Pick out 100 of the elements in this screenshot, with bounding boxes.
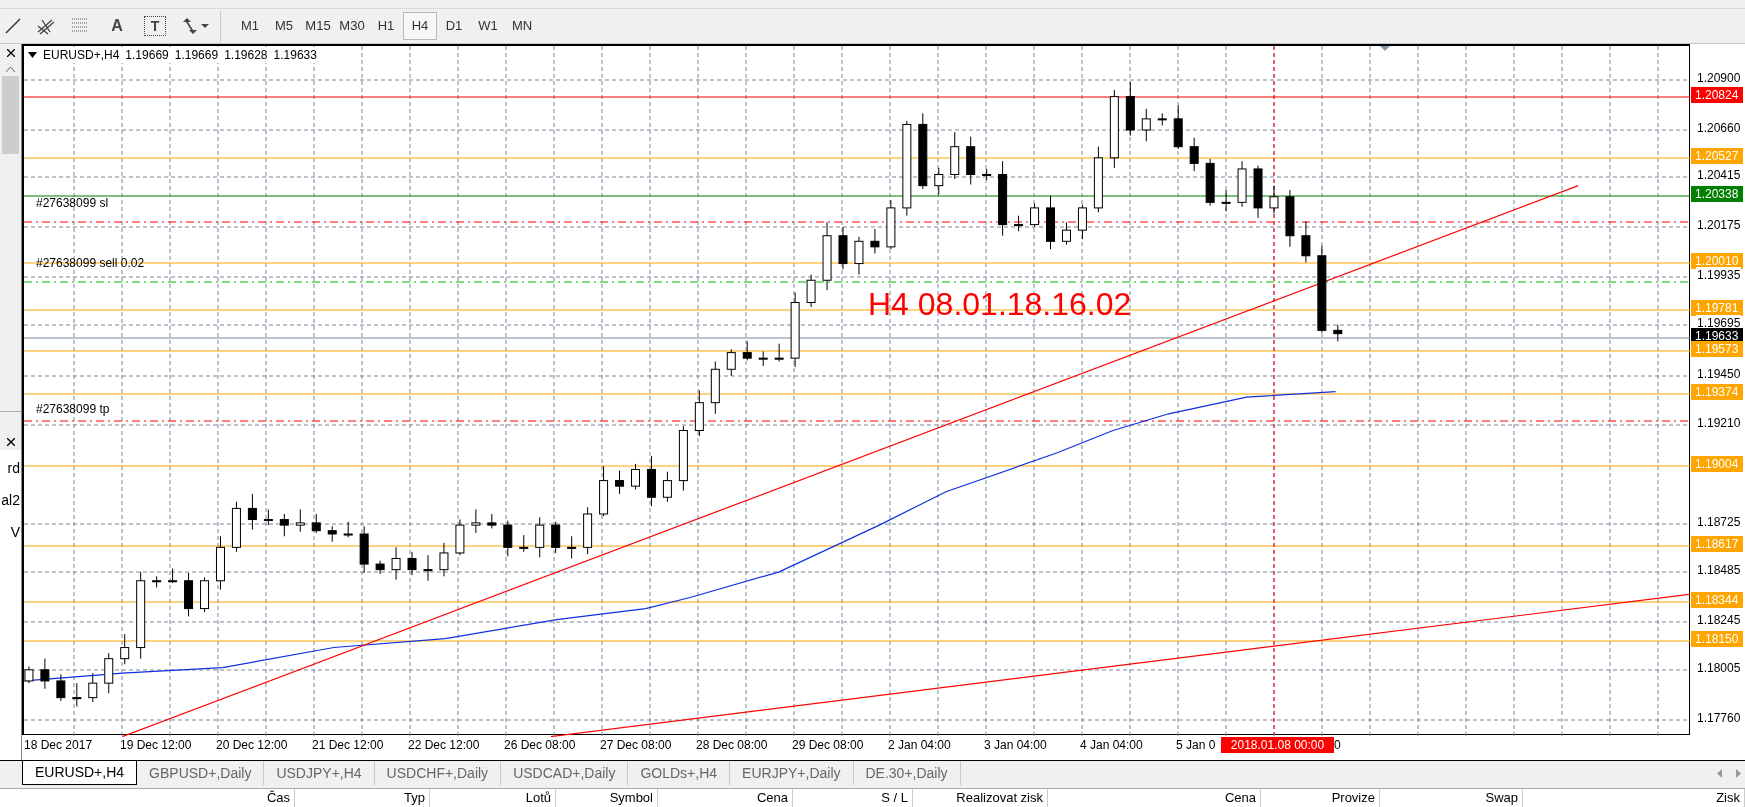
candlestick [1030,202,1040,228]
column-header[interactable]: Swap [1485,790,1518,805]
timeframe-button[interactable]: D1 [437,12,471,40]
column-header[interactable]: Realizovat zisk [956,790,1043,805]
candlestick [1077,204,1087,240]
ohlc-value: 1.19669 [174,47,219,63]
text-label-tool-button[interactable]: T [144,16,166,36]
candlestick [982,168,992,181]
chart-tab[interactable]: EURUSD+,H4 [22,761,138,785]
close-icon[interactable] [6,49,15,57]
candlestick [279,513,289,537]
candlestick [503,520,513,557]
candlestick [343,521,353,538]
candlestick [742,340,752,361]
candlestick [519,534,529,553]
line-tool-icon[interactable] [4,17,22,35]
chart-tab[interactable]: USDCHF+,Daily [374,761,502,785]
column-header[interactable]: Cena [1224,790,1256,805]
order-line-label: #27638099 sl [36,196,109,210]
candlestick [615,470,625,495]
candlestick [407,551,417,576]
candlestick [1046,195,1055,250]
candlestick [455,519,465,556]
column-header[interactable]: Čas [266,790,290,805]
column-header[interactable]: Lotů [525,790,551,805]
price-level-label: 1.19374 [1691,384,1743,400]
candlestick [375,560,385,575]
chart-tab[interactable]: EURJPY+,Daily [730,761,854,785]
candlestick [471,509,481,534]
chart-tab[interactable]: GOLDs+,H4 [628,761,731,785]
candlestick [662,471,672,503]
candlestick [1285,189,1295,248]
candlestick [710,361,720,415]
scrollbar-thumb[interactable] [2,76,19,154]
scroll-up-icon[interactable] [6,67,15,72]
chart-tab[interactable]: DE.30+,Daily [853,761,961,785]
candlestick [231,501,241,553]
candlestick [1125,81,1135,137]
column-header[interactable]: S / L [881,790,908,805]
timeframe-button[interactable]: W1 [471,12,505,40]
column-header[interactable]: Symbol [609,790,653,805]
candlestick [56,673,66,702]
time-axis-label: 26 Dec 08:00 [504,738,576,752]
price-level-label: 1.18617 [1691,536,1743,552]
candlestick [295,509,305,533]
chart-tab[interactable]: GBPUSD+,Daily [137,761,265,785]
candlestick [72,682,82,708]
column-header[interactable]: Typ [404,790,425,805]
timeframe-button[interactable]: H1 [369,12,403,40]
candlestick [1141,108,1151,142]
chart-tab[interactable]: USDCAD+,Daily [501,761,629,785]
price-level-label: 1.18344 [1691,592,1743,608]
timeframe-button[interactable]: M5 [267,12,301,40]
candlestick [1061,221,1071,246]
candlestick [104,652,114,694]
time-axis-label: 28 Dec 08:00 [696,738,768,752]
candlestick [726,348,736,377]
candlestick [1301,220,1311,263]
price-level-label: 1.20527 [1691,148,1743,164]
dropdown-triangle-icon[interactable] [28,52,37,58]
candlestick [423,554,433,582]
column-header[interactable]: Provize [1331,790,1375,805]
chart-tab[interactable]: USDJPY+,H4 [264,761,375,785]
candlestick [551,521,561,554]
candlestick [168,568,178,584]
order-line-label: #27638099 sell 0.02 [36,256,145,270]
timeframe-button[interactable]: H4 [403,12,437,40]
candlestick [583,506,593,555]
ohlc-value: 1.19669 [125,47,169,63]
candlestick [327,525,337,543]
candlestick [838,226,848,270]
time-axis-label: 18 Dec 2017 [24,738,93,752]
candlestick [646,455,656,507]
column-header[interactable]: Zisk [1716,790,1740,805]
timeframe-button[interactable]: M15 [301,12,335,40]
timeframe-button[interactable]: M30 [335,12,369,40]
text-tool-button[interactable]: A [104,14,130,38]
time-axis-label: 21 Dec 12:00 [312,738,384,752]
candlestick [599,465,609,517]
chart-symbol-label: EURUSD+,H4 [43,47,120,63]
timeframe-button[interactable]: MN [505,12,539,40]
candlestick [966,136,976,186]
column-header[interactable]: Cena [756,790,788,805]
time-cursor-label: 2018.01.08 00:00 [1221,737,1334,753]
candlestick [1205,158,1215,207]
candlestick [1333,324,1343,342]
candlestick [359,525,369,574]
candlestick [263,509,273,526]
candlestick [216,535,225,591]
candlestick [822,221,832,291]
time-axis-label: 2 Jan 04:00 [888,738,951,752]
price-level-label: 1.19781 [1691,300,1743,316]
candlestick [950,131,960,180]
chart-shift-marker-icon[interactable] [1380,46,1390,51]
close-icon[interactable] [6,438,15,446]
candlestick [200,576,209,613]
timeframe-button[interactable]: M1 [233,12,267,40]
candlestick [1173,105,1183,150]
candlestick [774,343,784,362]
navigator-text: rd [7,460,20,476]
